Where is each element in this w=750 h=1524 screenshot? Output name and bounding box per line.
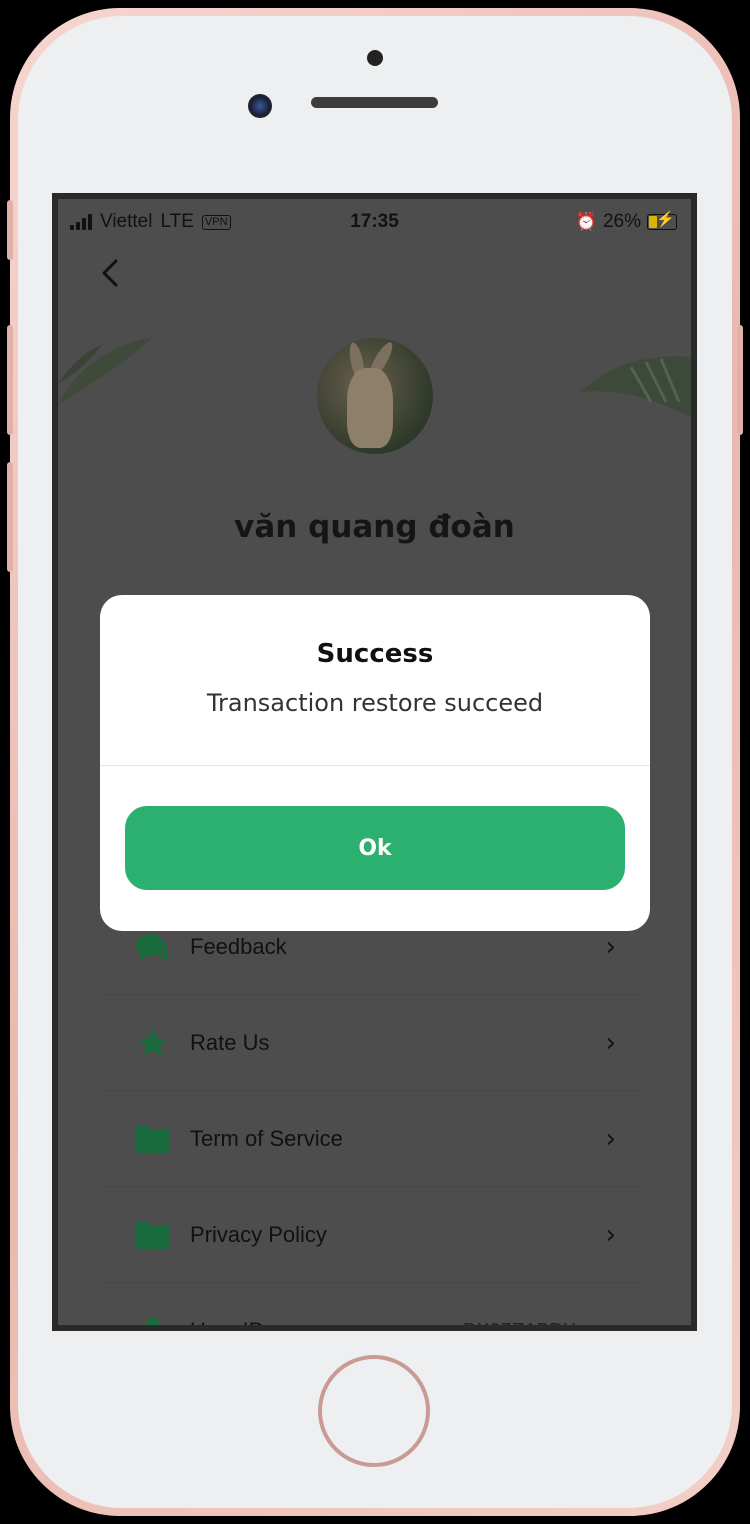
profile-name: văn quang đoàn [234,509,515,545]
battery-icon: ⚡ [647,212,677,230]
volume-up-button [7,325,13,435]
dialog-divider [100,765,650,766]
chevron-right-icon: › [605,1123,616,1154]
menu-item-label: Term of Service [190,1125,343,1151]
chevron-left-icon [102,259,118,287]
feedback-icon [135,929,171,965]
ok-button[interactable]: Ok [125,806,625,890]
menu-item-privacy-policy[interactable]: Privacy Policy › [103,1187,646,1283]
home-button[interactable] [318,1355,430,1467]
folder-icon [135,1217,171,1253]
dialog-message: Transaction restore succeed [206,689,544,717]
status-bar: Viettel LTE VPN 17:35 ⏰ 26% ⚡ [58,199,691,243]
menu-item-user-id[interactable]: User ID eDX07ZABDU ⧉ [103,1283,646,1331]
proximity-sensor [367,50,383,66]
front-camera [248,94,272,118]
menu-item-rate-us[interactable]: Rate Us › [103,995,646,1091]
star-icon [135,1025,171,1061]
mute-switch [7,200,13,260]
menu-item-label: User ID [190,1317,265,1331]
success-dialog: Success Transaction restore succeed Ok [100,595,650,931]
volume-down-button [7,462,13,572]
alarm-icon: ⏰ [575,212,597,231]
menu-item-label: Feedback [190,933,287,959]
user-icon [135,1313,171,1325]
menu-item-term-of-service[interactable]: Term of Service › [103,1091,646,1187]
earpiece-speaker [311,97,438,108]
dialog-title: Success [316,639,434,669]
chevron-right-icon: › [605,1027,616,1058]
chevron-right-icon: › [605,931,616,962]
leaf-decoration-right [581,356,691,417]
chevron-right-icon: › [605,1219,616,1250]
avatar [317,338,433,454]
menu-item-label: Privacy Policy [190,1221,327,1247]
battery-percent: 26% [602,211,641,232]
user-id-value: eDX07ZABDU [451,1320,576,1331]
leaf-decoration-left [58,337,153,404]
folder-icon [135,1121,171,1157]
screen: Viettel LTE VPN 17:35 ⏰ 26% ⚡ văn quang … [52,193,697,1331]
status-right: ⏰ 26% ⚡ [576,211,677,233]
power-button [737,325,743,435]
settings-list: Feedback › Rate Us › Term of Service › P… [103,899,646,1331]
menu-item-label: Rate Us [190,1029,270,1055]
back-button[interactable] [96,253,126,293]
copy-icon[interactable]: ⧉ [602,1319,616,1326]
